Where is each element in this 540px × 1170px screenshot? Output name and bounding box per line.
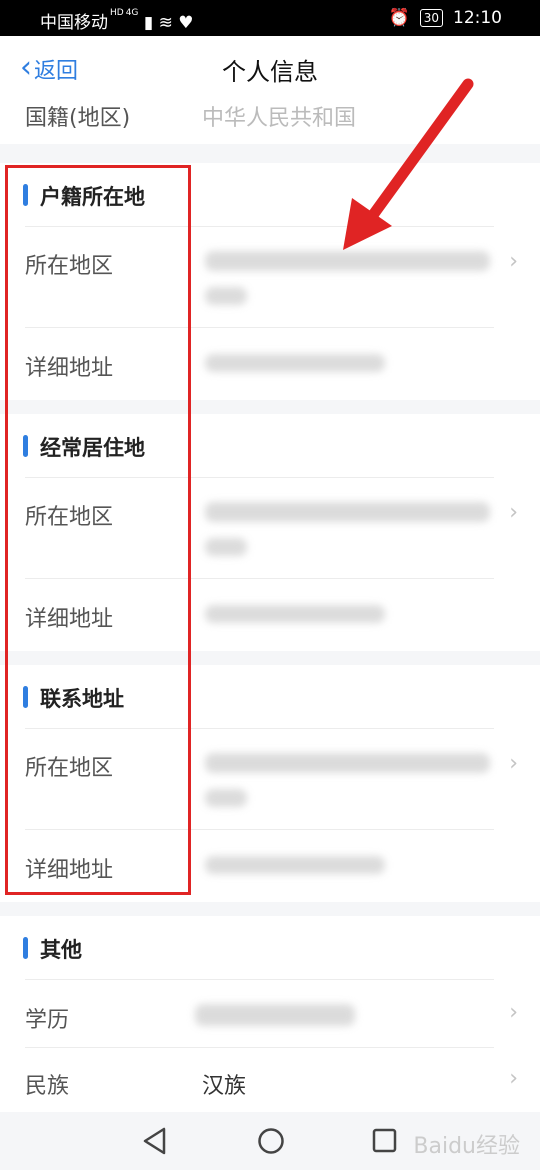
blurred-region-value-2 [205,789,247,807]
page-title: 个人信息 [222,58,318,86]
carrier-label: 中国移动 [40,13,108,33]
blurred-region-value [205,753,490,773]
arrow-right-icon: › [509,249,518,274]
signal-badge: 4G [125,8,139,18]
network-badge: HD [110,8,124,18]
nationality-row: 国籍(地区) 中华人民共和国 [0,100,540,144]
signal-icon: ▮ [143,13,154,33]
arrow-right-icon: › [509,1066,518,1091]
blurred-address-value [205,605,385,623]
heart-icon: ♥ [178,13,194,33]
nationality-label: 国籍(地区) [25,106,131,131]
triangle-back-icon[interactable] [142,1126,168,1156]
alarm-icon: ⏰ [388,8,410,28]
blurred-region-value-2 [205,538,247,556]
nationality-value: 中华人民共和国 [202,106,357,131]
highlight-box [5,165,191,895]
battery-icon: 30 [419,9,443,27]
blurred-education-value [195,1004,355,1026]
section-marker [23,937,28,959]
navigation-bar: ‹ 返回 个人信息 [0,36,540,100]
ethnicity-value: 汉族 [202,1074,247,1099]
status-left: 中国移动 HD 4G ▮ ≋ ♥ [40,8,193,33]
other-title: 其他 [40,938,82,962]
blurred-region-value [205,502,490,522]
circle-home-icon[interactable] [256,1126,286,1156]
clock: 12:10 [453,8,502,28]
blurred-region-value [205,251,490,271]
wifi-icon: ≋ [158,13,173,33]
ethnicity-row[interactable]: 民族 汉族 › [0,1048,540,1112]
watermark: Baidu经验 [413,1134,520,1159]
education-row[interactable]: 学历 › [0,980,540,1048]
blurred-region-value-2 [205,287,247,305]
status-bar: 中国移动 HD 4G ▮ ≋ ♥ ⏰ 30 12:10 [0,0,540,36]
education-label: 学历 [25,1008,70,1033]
other-section-header: 其他 [0,916,540,980]
arrow-right-icon: › [509,1000,518,1025]
square-recent-icon[interactable] [371,1126,399,1156]
blurred-address-value [205,856,385,874]
blurred-address-value [205,354,385,372]
ethnicity-label: 民族 [25,1074,70,1099]
status-right: ⏰ 30 12:10 [389,8,502,28]
arrow-right-icon: › [509,500,518,525]
arrow-right-icon: › [509,751,518,776]
